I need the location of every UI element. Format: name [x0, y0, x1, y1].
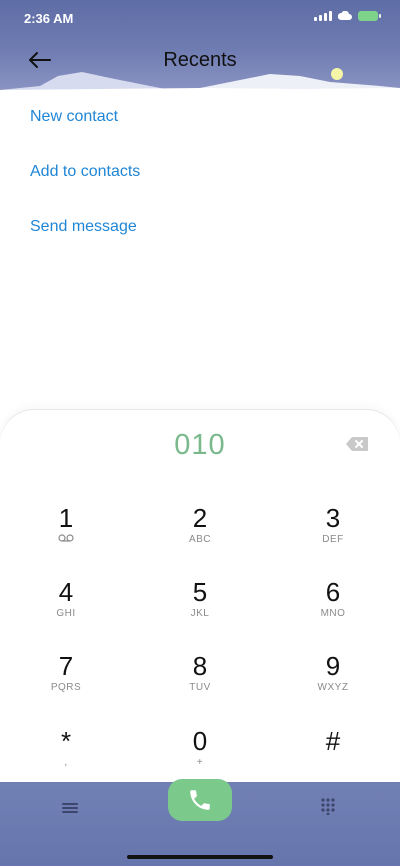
key-hash[interactable]: # [288, 726, 378, 788]
key-letters: WXYZ [317, 682, 349, 693]
signal-icon [314, 11, 332, 21]
key-7[interactable]: 7 PQRS [21, 651, 111, 713]
key-letters: JKL [190, 608, 210, 619]
key-digit: # [325, 726, 341, 756]
key-letters: MNO [320, 608, 346, 619]
key-letters: DEF [322, 534, 344, 545]
key-digit: 9 [325, 651, 341, 681]
key-digit: 3 [325, 503, 341, 533]
key-digit: 1 [58, 503, 74, 533]
key-letters: ABC [188, 534, 212, 545]
key-digit: 0 [192, 726, 208, 756]
status-icons [314, 11, 381, 21]
send-message-link[interactable]: Send message [30, 218, 137, 236]
key-digit: 2 [192, 503, 208, 533]
status-bar: 2:36 AM [0, 0, 400, 36]
key-letters: PQRS [50, 682, 82, 693]
key-letters: + [196, 757, 204, 768]
menu-icon [62, 803, 78, 813]
key-6[interactable]: 6 MNO [288, 577, 378, 639]
header: 2:36 AM Recents [0, 0, 400, 90]
key-digit: 5 [192, 577, 208, 607]
add-to-contacts-link[interactable]: Add to contacts [30, 163, 140, 181]
mountain-decoration [0, 72, 400, 90]
key-9[interactable]: 9 WXYZ [288, 651, 378, 713]
phone-icon [190, 790, 210, 810]
backspace-button[interactable] [345, 436, 369, 452]
key-letters: , [64, 757, 68, 768]
home-indicator[interactable] [127, 855, 273, 859]
keypad-toggle-button[interactable] [320, 797, 336, 816]
key-digit: 8 [192, 651, 208, 681]
key-letters: GHI [56, 608, 76, 619]
battery-icon [358, 11, 381, 21]
backspace-icon [346, 437, 368, 451]
key-3[interactable]: 3 DEF [288, 503, 378, 565]
key-8[interactable]: 8 TUV [155, 651, 245, 713]
key-5[interactable]: 5 JKL [155, 577, 245, 639]
status-time: 2:36 AM [24, 11, 74, 26]
voicemail-icon [21, 534, 111, 545]
key-digit: * [60, 726, 72, 756]
key-digit: 6 [325, 577, 341, 607]
menu-button[interactable] [58, 799, 82, 817]
key-letters: TUV [189, 682, 211, 693]
key-star[interactable]: * , [21, 726, 111, 788]
key-1[interactable]: 1 [21, 503, 111, 565]
key-digit: 4 [58, 577, 74, 607]
keypad-icon [321, 798, 335, 816]
cloud-icon [338, 11, 352, 20]
new-contact-link[interactable]: New contact [30, 108, 118, 126]
key-2[interactable]: 2 ABC [155, 503, 245, 565]
key-digit: 7 [58, 651, 74, 681]
dial-number: 010 [174, 429, 226, 461]
key-4[interactable]: 4 GHI [21, 577, 111, 639]
call-button[interactable] [168, 779, 232, 821]
